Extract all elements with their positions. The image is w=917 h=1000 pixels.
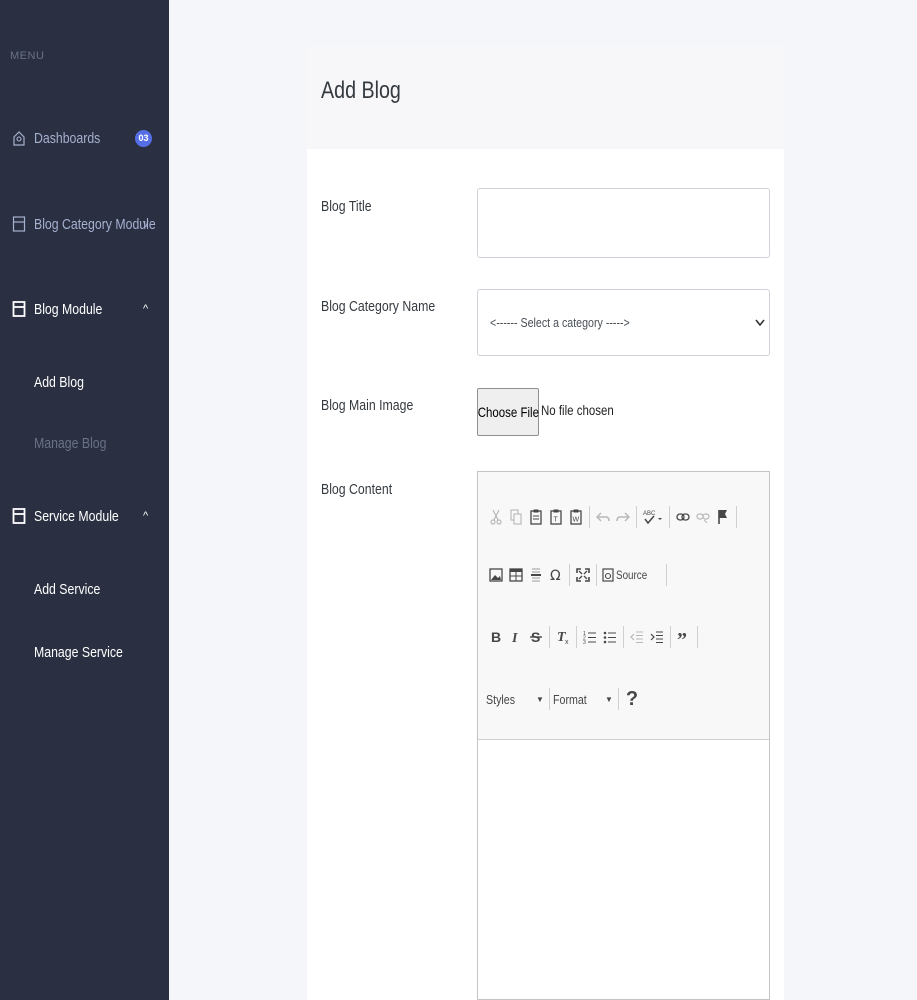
chevron-up-icon: ^ — [143, 510, 149, 522]
chevron-down-icon: v — [143, 218, 149, 230]
toolbar-row: Ω Source — [486, 560, 670, 590]
page-title: Add Blog — [321, 77, 401, 104]
sidebar-item-label: Dashboards — [34, 129, 101, 147]
numbered-list-icon[interactable]: 123 — [580, 625, 600, 649]
blog-title-label: Blog Title — [321, 198, 372, 215]
toolbar-separator — [549, 626, 550, 648]
help-icon[interactable]: ? — [622, 687, 642, 711]
toolbar-separator — [596, 564, 597, 586]
outdent-icon[interactable] — [627, 625, 647, 649]
editor-content-area[interactable] — [478, 740, 769, 999]
copy-icon[interactable] — [506, 505, 526, 529]
toolbar-row: B I S Tx 123 ” — [486, 622, 701, 652]
maximize-icon[interactable] — [573, 563, 593, 587]
toolbar-row: Styles ▼ Format ▼ ? — [486, 684, 642, 714]
styles-dropdown[interactable]: Styles ▼ — [486, 687, 546, 711]
menu-title: MENU — [10, 50, 45, 62]
svg-text:W: W — [573, 517, 580, 524]
format-dropdown[interactable]: Format ▼ — [553, 687, 615, 711]
sidebar-item-label: Blog Module — [34, 300, 103, 318]
sidebar-item-blog-category-module[interactable]: Blog Category Module v — [0, 207, 169, 241]
blog-content-label: Blog Content — [321, 481, 393, 498]
layout-icon — [12, 300, 26, 318]
toolbar-row: T W ABC — [486, 502, 740, 532]
cut-icon[interactable] — [486, 505, 506, 529]
sidebar-item-blog-module[interactable]: Blog Module ^ — [0, 292, 169, 326]
chevron-down-icon — [755, 316, 765, 330]
strikethrough-icon[interactable]: S — [526, 625, 546, 649]
blog-category-label: Blog Category Name — [321, 298, 436, 315]
rich-text-editor: T W ABC Ω Source B I S T x 1 2 3 ” Style… — [477, 471, 770, 1000]
svg-text:B: B — [491, 630, 501, 644]
redo-icon[interactable] — [613, 505, 633, 529]
sidebar-item-label: Service Module — [34, 507, 119, 525]
paste-icon[interactable] — [526, 505, 546, 529]
toolbar-separator — [549, 688, 550, 710]
toolbar-separator — [636, 506, 637, 528]
toolbar-separator — [670, 626, 671, 648]
remove-format-icon[interactable]: Tx — [553, 625, 573, 649]
anchor-flag-icon[interactable] — [713, 505, 733, 529]
toolbar-separator — [623, 626, 624, 648]
spellcheck-icon[interactable]: ABC — [640, 505, 666, 529]
table-icon[interactable] — [506, 563, 526, 587]
layout-icon — [12, 507, 26, 525]
toolbar-separator — [736, 506, 737, 528]
toolbar-separator — [589, 506, 590, 528]
blockquote-icon[interactable]: ” — [674, 625, 694, 649]
styles-dropdown-label: Styles — [486, 691, 516, 707]
paste-text-icon[interactable]: T — [546, 505, 566, 529]
special-char-icon[interactable]: Ω — [546, 563, 566, 587]
chevron-down-icon: ▼ — [536, 694, 544, 704]
file-status-text: No file chosen — [541, 402, 614, 418]
sidebar-subitem-add-blog[interactable]: Add Blog — [34, 374, 95, 391]
sidebar-item-dashboards[interactable]: Dashboards 03 — [0, 121, 169, 155]
blog-category-select[interactable]: <------ Select a category -----> — [477, 289, 770, 356]
svg-text:I: I — [511, 631, 518, 644]
horizontal-rule-icon[interactable] — [526, 563, 546, 587]
sidebar-subitem-add-service[interactable]: Add Service — [34, 581, 115, 598]
blog-image-label: Blog Main Image — [321, 397, 414, 414]
sidebar-subitem-manage-service[interactable]: Manage Service — [34, 644, 142, 661]
source-icon — [602, 568, 614, 582]
unlink-icon[interactable] — [693, 505, 713, 529]
indent-icon[interactable] — [647, 625, 667, 649]
bold-icon[interactable]: B — [486, 625, 506, 649]
blog-title-input[interactable] — [477, 188, 770, 258]
choose-file-button[interactable]: Choose File — [477, 388, 539, 436]
svg-text:x: x — [565, 639, 569, 645]
chevron-up-icon: ^ — [143, 303, 149, 315]
toolbar-separator — [569, 564, 570, 586]
toolbar-separator — [576, 626, 577, 648]
sidebar-subitem-manage-blog[interactable]: Manage Blog — [34, 435, 122, 452]
undo-icon[interactable] — [593, 505, 613, 529]
home-icon — [12, 129, 26, 147]
chevron-down-icon: ▼ — [605, 694, 613, 704]
editor-toolbar: T W ABC Ω Source B I S T x 1 2 3 ” Style… — [478, 472, 769, 740]
sidebar: MENU Dashboards 03 Blog Category Module … — [0, 0, 169, 1000]
card-header: Add Blog — [307, 45, 784, 149]
svg-text:3: 3 — [583, 640, 586, 644]
source-button[interactable]: Source — [600, 563, 656, 587]
image-icon[interactable] — [486, 563, 506, 587]
sidebar-item-label: Blog Category Module — [34, 215, 156, 233]
format-dropdown-label: Format — [553, 691, 587, 707]
select-value: <------ Select a category -----> — [490, 315, 630, 330]
notification-badge: 03 — [135, 129, 152, 147]
toolbar-separator — [669, 506, 670, 528]
svg-text:”: ” — [677, 630, 687, 644]
link-icon[interactable] — [673, 505, 693, 529]
toolbar-separator — [618, 688, 619, 710]
source-label: Source — [616, 568, 648, 582]
svg-text:T: T — [554, 517, 559, 524]
paste-word-icon[interactable]: W — [566, 505, 586, 529]
bulleted-list-icon[interactable] — [600, 625, 620, 649]
italic-icon[interactable]: I — [506, 625, 526, 649]
svg-text:Ω: Ω — [550, 568, 561, 582]
layout-icon — [12, 215, 26, 233]
sidebar-item-service-module[interactable]: Service Module ^ — [0, 499, 169, 533]
toolbar-separator — [697, 626, 698, 648]
toolbar-separator — [666, 564, 668, 586]
